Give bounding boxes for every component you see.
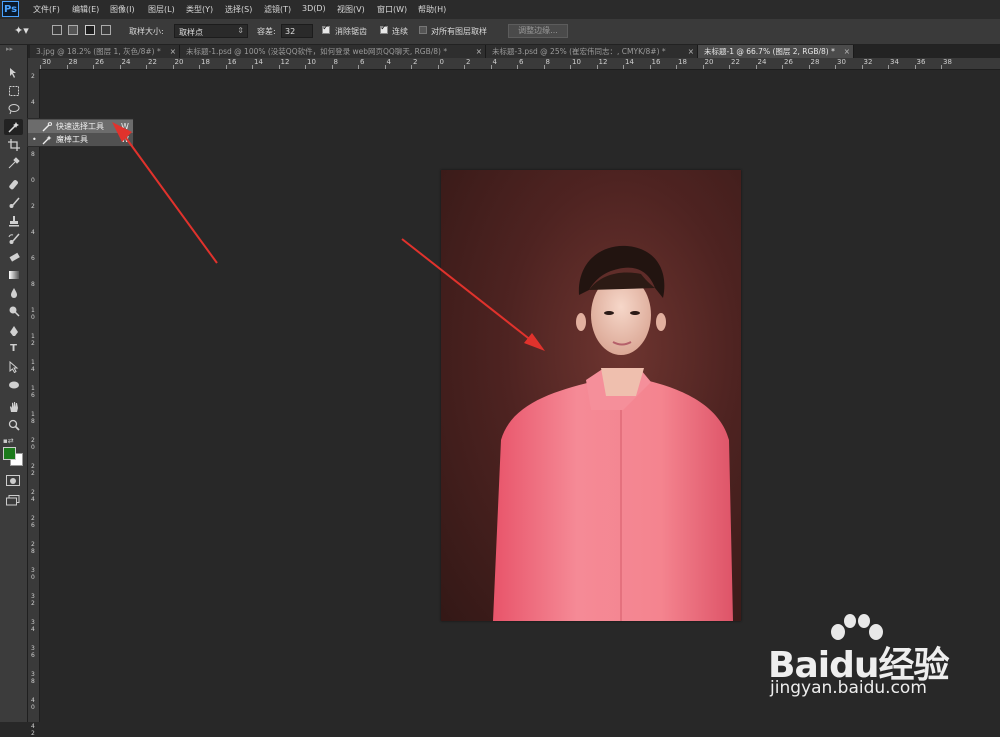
arrow-line-to-canvas: [401, 238, 533, 342]
arrow-line-to-flyout: [125, 137, 218, 264]
baidu-jingyan-watermark: Baidu经验 jingyan.baidu.com: [768, 614, 968, 704]
arrow-head-flyout: [112, 122, 132, 142]
watermark-url: jingyan.baidu.com: [770, 678, 927, 698]
ruler-tick-label: 4 2: [31, 723, 35, 737]
arrow-head-canvas: [524, 333, 545, 351]
